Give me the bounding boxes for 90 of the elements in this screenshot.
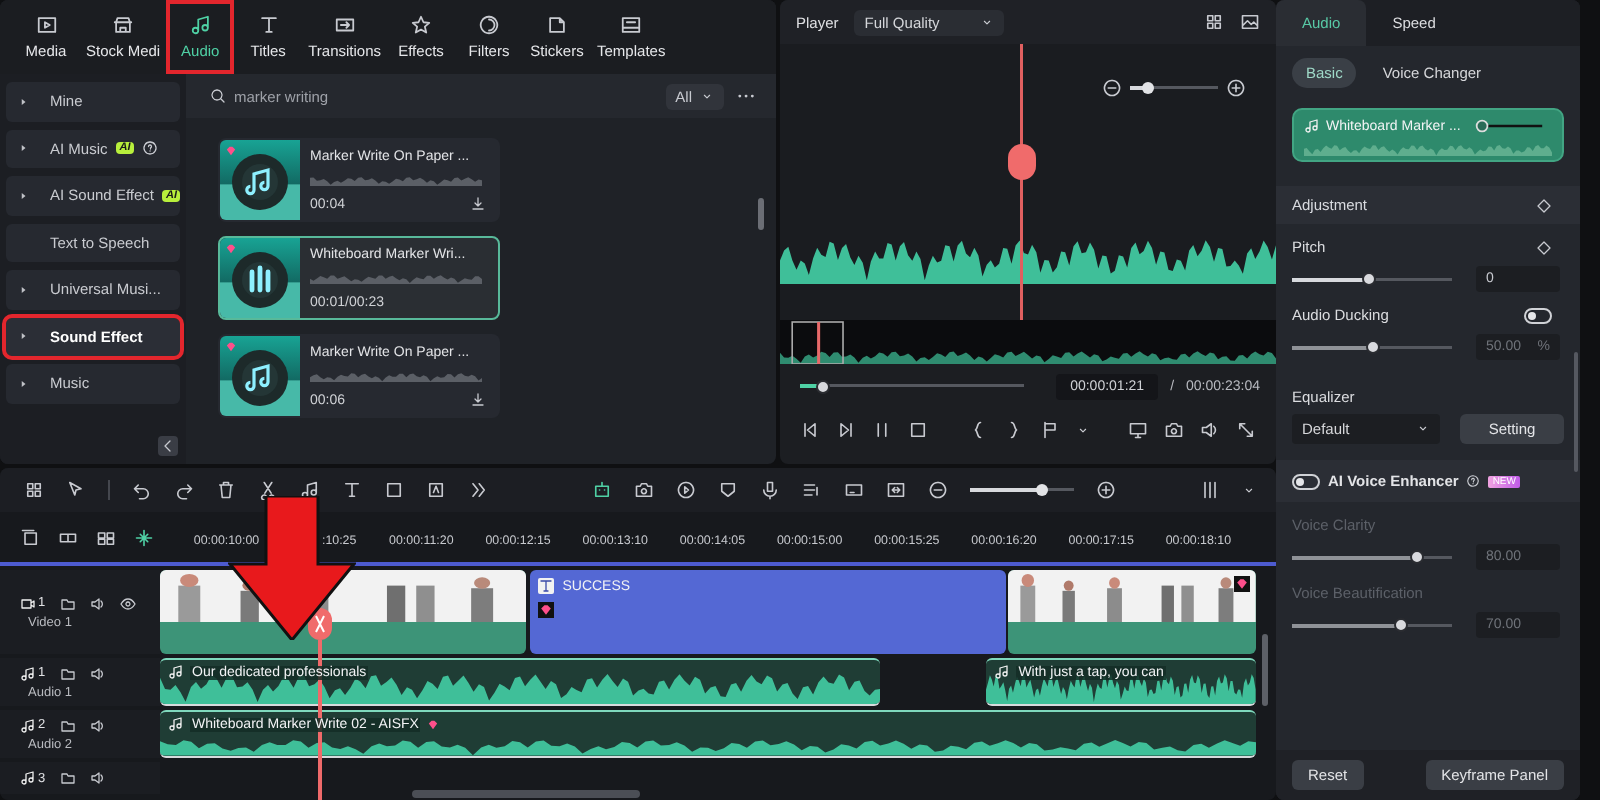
template-icon: [620, 14, 643, 36]
undo-icon[interactable]: [132, 480, 152, 500]
music-note-icon: [168, 716, 184, 732]
pause-icon[interactable]: [872, 420, 892, 440]
music-note-icon: [994, 664, 1011, 680]
grid-icon[interactable]: [24, 480, 44, 500]
folder-icon[interactable]: [59, 717, 76, 733]
expand-icon: [18, 377, 30, 390]
zoom-in-icon[interactable]: [1096, 480, 1116, 500]
camera-icon[interactable]: [1164, 420, 1184, 440]
redo-icon[interactable]: [174, 480, 194, 500]
toggle-switch[interactable]: [1292, 473, 1320, 489]
sticker-icon: [546, 14, 569, 36]
store-icon: [112, 14, 135, 36]
monitor-icon[interactable]: [1128, 420, 1148, 440]
scrollbar-thumb[interactable]: [758, 198, 764, 230]
text-icon: [538, 578, 555, 594]
volume-icon[interactable]: [1200, 420, 1220, 440]
speaker-icon[interactable]: [89, 595, 106, 611]
next-frame-icon[interactable]: [836, 420, 856, 440]
keyframe-icon[interactable]: [1536, 197, 1552, 213]
grid-icon[interactable]: [1204, 12, 1224, 32]
fit-icon[interactable]: [886, 480, 906, 500]
expand-icon: [18, 330, 30, 343]
speaker-icon[interactable]: [89, 665, 106, 681]
folder-icon[interactable]: [59, 665, 76, 681]
expand-icon: [18, 283, 30, 296]
music-note-icon[interactable]: [300, 480, 320, 500]
robot-icon[interactable]: [592, 480, 612, 500]
music-note-icon: [1304, 118, 1320, 134]
caret-icon: [979, 15, 994, 29]
fullscreen-icon[interactable]: [1236, 420, 1256, 440]
expand-icon: [18, 95, 30, 108]
speaker-icon[interactable]: [89, 717, 106, 733]
music-note-icon: [168, 664, 184, 680]
toggle-switch[interactable]: [1524, 307, 1552, 323]
transition-icon: [333, 14, 356, 36]
text-icon: [257, 14, 280, 36]
download-icon[interactable]: [470, 392, 486, 408]
expand-icon: [18, 142, 30, 155]
caret-icon[interactable]: [1242, 483, 1256, 497]
video-clip[interactable]: [1008, 570, 1256, 654]
folder-icon[interactable]: [59, 770, 76, 786]
ai-icon[interactable]: [426, 480, 446, 500]
image-icon[interactable]: [1240, 12, 1260, 32]
play-icon[interactable]: [676, 480, 696, 500]
delete-icon[interactable]: [216, 480, 236, 500]
columns-icon[interactable]: [1200, 480, 1220, 500]
music-note-icon: [189, 14, 212, 36]
download-icon[interactable]: [470, 196, 486, 212]
pointer-icon[interactable]: [66, 480, 86, 500]
media-icon: [35, 14, 57, 36]
crop-icon[interactable]: [384, 480, 404, 500]
volume-slider[interactable]: [1472, 118, 1545, 134]
star-icon: [410, 14, 433, 36]
list-icon[interactable]: [802, 480, 822, 500]
scrollbar-thumb[interactable]: [412, 790, 640, 798]
link-icon[interactable]: [58, 527, 78, 547]
stop-icon[interactable]: [908, 420, 928, 440]
overview-drawing[interactable]: [780, 320, 1276, 364]
copy-icon[interactable]: [20, 527, 40, 547]
previous-frame-icon[interactable]: [800, 420, 820, 440]
filter-icon: [478, 14, 501, 36]
expand-icon: [18, 189, 30, 202]
text-icon[interactable]: [342, 480, 362, 500]
microphone-icon[interactable]: [760, 480, 780, 500]
collapse-button[interactable]: [158, 436, 178, 456]
search-icon: [210, 88, 226, 104]
caret-icon: [700, 89, 714, 103]
shield-icon[interactable]: [718, 480, 738, 500]
keyframe-icon[interactable]: [1536, 239, 1552, 255]
marker-icon[interactable]: [1039, 420, 1059, 440]
zoom-in-icon[interactable]: [1226, 78, 1246, 98]
snap-icon[interactable]: [134, 527, 154, 547]
help-icon[interactable]: [1466, 474, 1481, 488]
chevron-icon: [160, 438, 176, 454]
help-icon[interactable]: [142, 140, 159, 157]
zoom-out-icon[interactable]: [928, 480, 948, 500]
eye-icon[interactable]: [119, 595, 136, 611]
scrollbar-thumb[interactable]: [1262, 634, 1268, 706]
zoom-out-icon[interactable]: [1102, 78, 1122, 98]
multicam-icon[interactable]: [96, 527, 116, 547]
caret-icon: [1416, 422, 1430, 436]
folder-icon[interactable]: [59, 595, 76, 611]
captions-icon[interactable]: [844, 480, 864, 500]
camera-icon[interactable]: [634, 480, 654, 500]
speaker-icon[interactable]: [89, 770, 106, 786]
scrollbar-thumb[interactable]: [1574, 352, 1578, 472]
more-icon[interactable]: [468, 480, 488, 500]
caret-icon[interactable]: [1075, 423, 1089, 437]
